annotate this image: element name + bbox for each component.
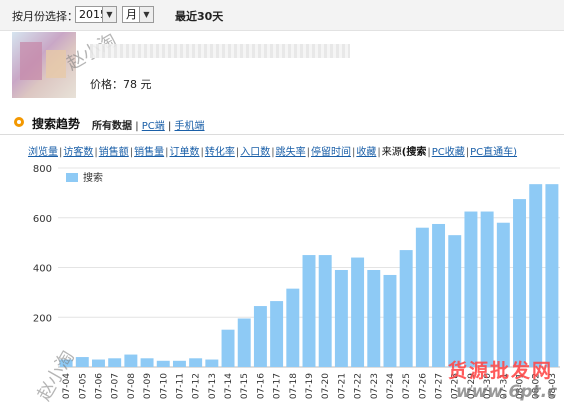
chart-bar: [415, 227, 429, 367]
section-divider: [0, 134, 564, 135]
price-value: 78 元: [123, 78, 152, 91]
chart-bar: [189, 358, 203, 367]
tab-pc[interactable]: PC端: [142, 121, 165, 132]
chevron-down-icon: ▼: [102, 7, 116, 22]
x-tick-label: 07-24: [386, 373, 396, 399]
chart-bar: [108, 358, 122, 367]
device-tabs: 所有数据 | PC端 | 手机端: [92, 121, 205, 132]
search-trend-header: 搜索趋势 所有数据 | PC端 | 手机端: [0, 112, 564, 134]
x-tick-label: 07-17: [273, 373, 283, 399]
x-tick-label: 07-26: [418, 373, 428, 399]
source-pc-ads[interactable]: PC直通车): [470, 147, 517, 158]
x-tick-label: 07-13: [208, 373, 218, 399]
chart-bar: [140, 358, 154, 367]
chart-bar: [334, 269, 348, 367]
chart-bar: [237, 318, 251, 367]
chart-bar: [432, 223, 446, 367]
chart-bar: [270, 301, 284, 367]
chart-bar: [351, 257, 365, 367]
metric-tab[interactable]: 停留时间: [311, 147, 351, 158]
recent-30-days-link[interactable]: 最近30天: [175, 8, 223, 24]
year-select[interactable]: 2015 ▼: [75, 6, 117, 23]
x-tick-label: 07-05: [78, 373, 88, 399]
url-watermark: www.6pt.c: [456, 382, 558, 402]
chart-bar: [448, 235, 462, 367]
x-tick-label: 07-16: [256, 373, 266, 399]
chart-bar: [367, 269, 381, 367]
chart-bar: [464, 211, 478, 367]
chart-bar: [221, 329, 235, 367]
chevron-down-icon: ▼: [139, 7, 153, 22]
metric-tab[interactable]: 跳失率: [276, 147, 306, 158]
x-tick-label: 07-11: [175, 373, 185, 399]
source-label: 来源: [381, 147, 402, 158]
brand-watermark: 货源批发网: [448, 360, 554, 382]
y-tick-label: 200: [33, 313, 52, 324]
chart-bar: [496, 222, 510, 367]
metric-tab[interactable]: 入口数: [240, 147, 270, 158]
chart-bar: [302, 255, 316, 367]
x-tick-label: 07-23: [370, 373, 380, 399]
x-tick-label: 07-09: [143, 373, 153, 399]
source-current-search[interactable]: (搜索: [402, 147, 427, 158]
metric-tab[interactable]: 访客数: [63, 147, 93, 158]
section-title: 搜索趋势: [32, 117, 81, 131]
x-tick-label: 07-15: [240, 373, 250, 399]
chart-bar: [399, 250, 413, 367]
metric-tab[interactable]: 转化率: [205, 147, 235, 158]
x-tick-label: 07-19: [305, 373, 315, 399]
metric-tab[interactable]: 订单数: [170, 147, 200, 158]
x-tick-label: 07-14: [224, 373, 234, 399]
x-tick-label: 07-18: [289, 373, 299, 399]
metric-tab[interactable]: 收藏: [356, 147, 376, 158]
price-label: 价格：: [90, 78, 123, 91]
x-tick-label: 07-22: [354, 373, 364, 399]
chart-bar: [124, 354, 138, 367]
chart-bar: [92, 359, 105, 367]
chart-bar: [318, 255, 332, 367]
chart-bar: [205, 359, 219, 367]
metric-tab[interactable]: 浏览量: [28, 147, 58, 158]
month-select-value: 月: [126, 8, 137, 21]
chart-bar: [513, 199, 526, 367]
chart-bar: [253, 306, 267, 367]
month-select[interactable]: 月 ▼: [122, 6, 154, 23]
x-tick-label: 07-10: [159, 373, 169, 399]
x-tick-label: 07-20: [321, 373, 331, 399]
filter-bar: 按月份选择： 2015 ▼ 月 ▼ 最近30天: [0, 0, 564, 31]
chart-bar: [172, 360, 186, 367]
y-tick-label: 800: [33, 164, 52, 175]
x-tick-label: 07-27: [435, 373, 445, 399]
chart-bar: [480, 211, 494, 367]
tab-mobile[interactable]: 手机端: [175, 121, 205, 132]
section-bullet-icon: [14, 117, 24, 127]
x-tick-label: 07-12: [192, 373, 202, 399]
chart-bar: [545, 184, 559, 367]
x-tick-label: 07-25: [402, 373, 412, 399]
product-image: [12, 32, 76, 98]
legend-label: 搜索: [83, 171, 103, 184]
metric-tab[interactable]: 销售额: [99, 147, 129, 158]
source-pc-favorites[interactable]: PC收藏: [432, 147, 465, 158]
chart-bar: [529, 184, 543, 367]
x-tick-label: 07-21: [337, 373, 347, 399]
chart-bar: [156, 360, 170, 367]
chart-bar: [383, 274, 397, 367]
x-tick-label: 07-06: [94, 373, 104, 399]
tab-all-data[interactable]: 所有数据: [92, 121, 132, 132]
chart-bar: [286, 288, 300, 367]
product-title-blurred: [90, 44, 350, 58]
x-tick-label: 07-08: [127, 373, 137, 399]
month-filter-label: 按月份选择：: [12, 10, 78, 23]
metric-tabs: 浏览量|访客数|销售额|销售量|订单数|转化率|入口数|跳失率|停留时间|收藏|…: [28, 147, 518, 158]
y-tick-label: 600: [33, 214, 52, 225]
x-tick-label: 07-07: [111, 373, 121, 399]
metric-tab[interactable]: 销售量: [134, 147, 164, 158]
legend-swatch: [66, 173, 78, 182]
product-price: 价格：78 元: [90, 76, 152, 92]
y-tick-label: 400: [33, 264, 52, 275]
